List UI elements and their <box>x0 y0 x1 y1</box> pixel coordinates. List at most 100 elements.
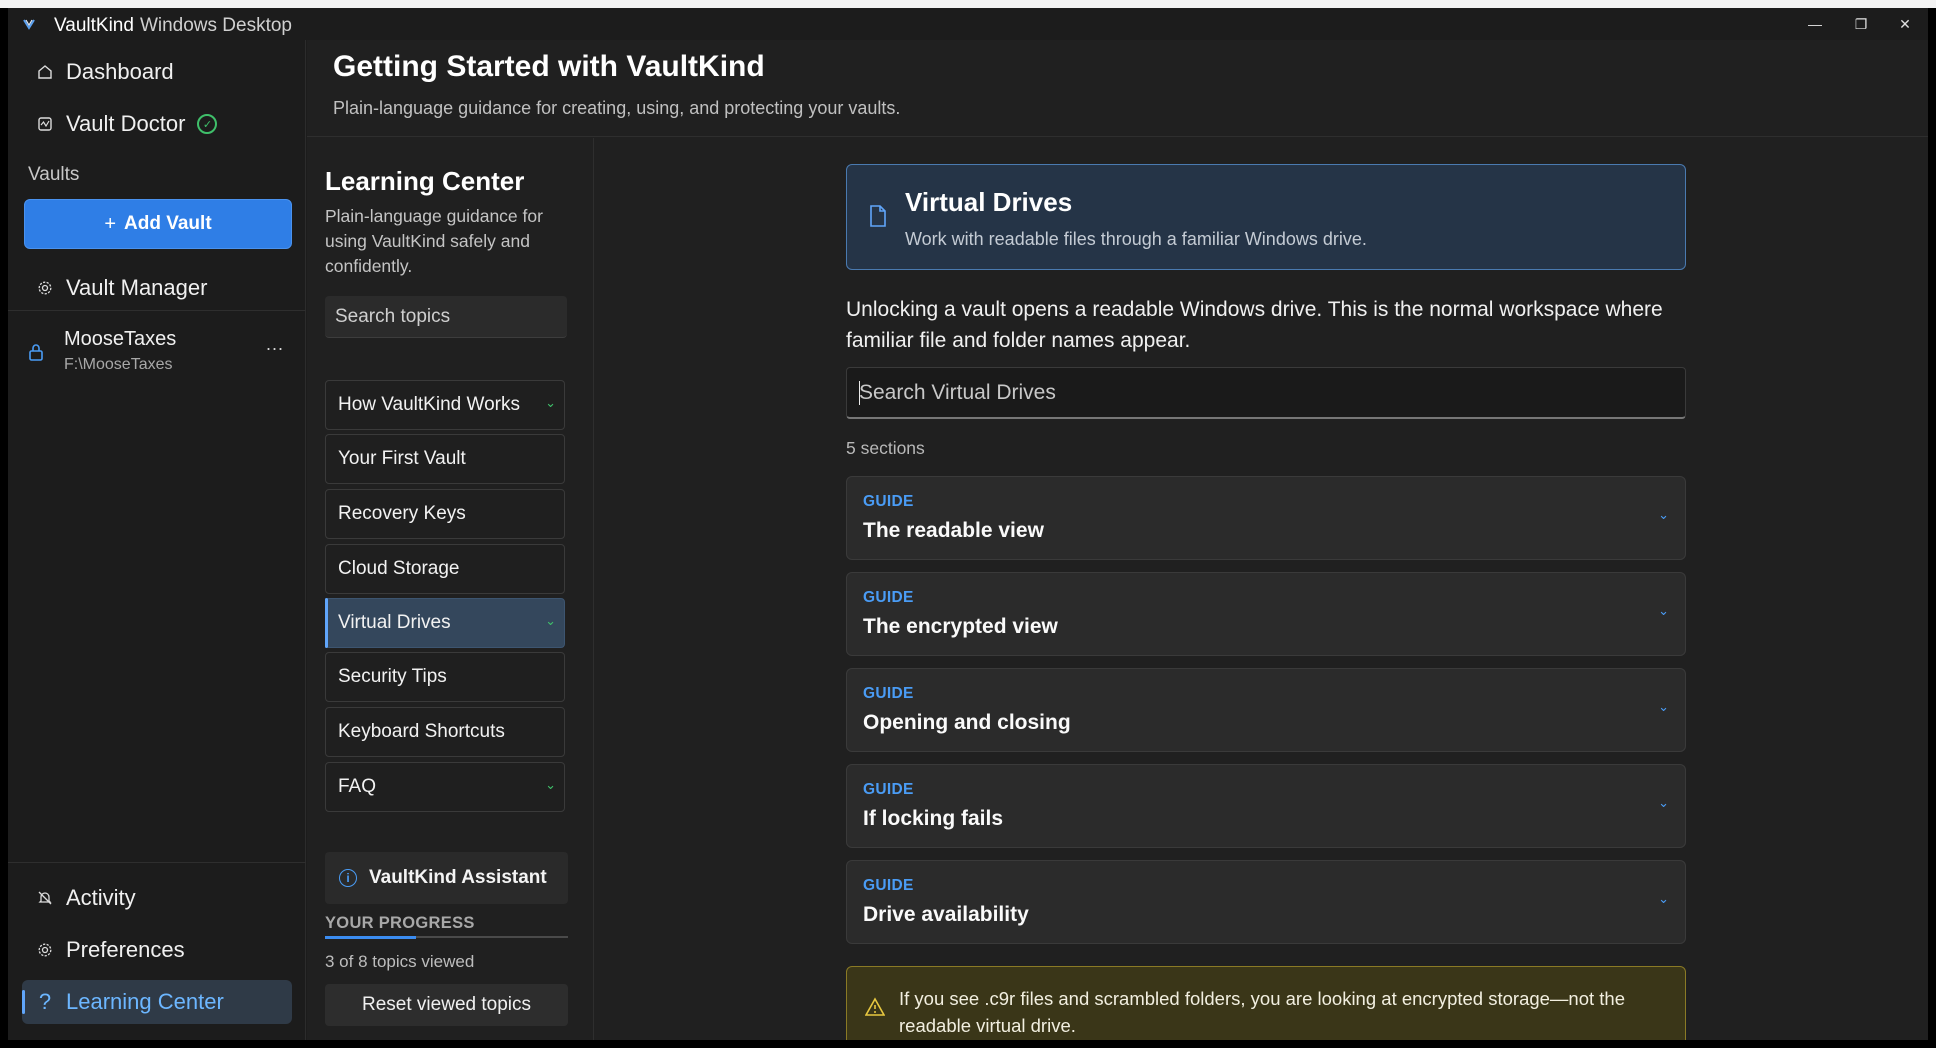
add-vault-button[interactable]: + Add Vault <box>24 199 292 249</box>
section-card[interactable]: GUIDE The readable view ⌄ <box>846 476 1686 560</box>
chevron-down-icon: ⌄ <box>545 395 556 410</box>
topic-search-input[interactable] <box>325 296 567 338</box>
section-card[interactable]: GUIDE If locking fails ⌄ <box>846 764 1686 848</box>
nav-vault-manager-label: Vault Manager <box>66 275 208 300</box>
nav-dashboard-label: Dashboard <box>66 59 174 84</box>
close-icon: ✕ <box>1899 15 1911 32</box>
title-bar: VaultKind Windows Desktop — ❐ ✕ <box>8 8 1928 40</box>
page-title: Getting Started with VaultKind <box>333 50 765 83</box>
section-tag: GUIDE <box>863 589 914 606</box>
vault-name: MooseTaxes <box>64 328 177 350</box>
vaultkind-assistant-button[interactable]: i VaultKind Assistant <box>325 852 568 904</box>
page-header: Getting Started with VaultKind Plain-lan… <box>307 40 1928 137</box>
learning-center-description: Plain-language guidance for using VaultK… <box>325 206 543 276</box>
section-title: Drive availability <box>863 903 1029 926</box>
topic-keyboard-shortcuts[interactable]: Keyboard Shortcuts <box>325 707 565 757</box>
learning-center-panel: Learning Center Plain-language guidance … <box>307 138 594 1040</box>
nav-learning-center-label: Learning Center <box>66 989 224 1014</box>
topic-faq[interactable]: FAQ ⌄ <box>325 762 565 812</box>
topic-intro: Unlocking a vault opens a readable Windo… <box>846 298 1663 352</box>
assistant-label: VaultKind Assistant <box>369 867 547 888</box>
section-tag: GUIDE <box>863 877 914 894</box>
vault-item-moosetaxes[interactable]: MooseTaxes F:\MooseTaxes ... <box>22 324 292 388</box>
section-tag: GUIDE <box>863 685 914 702</box>
topic-your-first-vault[interactable]: Your First Vault <box>325 434 565 484</box>
more-options-button[interactable]: ... <box>266 334 284 355</box>
topic-title: Virtual Drives <box>905 187 1073 217</box>
topic-subtitle: Work with readable files through a famil… <box>905 229 1367 249</box>
nav-activity-label: Activity <box>66 885 136 910</box>
section-card[interactable]: GUIDE Drive availability ⌄ <box>846 860 1686 944</box>
nav-preferences-label: Preferences <box>66 937 185 962</box>
progress-fill <box>325 936 417 939</box>
topic-recovery-keys[interactable]: Recovery Keys <box>325 489 565 539</box>
encrypted-storage-warning: If you see .c9r files and scrambled fold… <box>846 966 1686 1040</box>
chevron-down-icon: ⌄ <box>1658 795 1669 810</box>
app-window: VaultKind Windows Desktop — ❐ ✕ Dashboard… <box>8 8 1928 1040</box>
section-card[interactable]: GUIDE The encrypted view ⌄ <box>846 572 1686 656</box>
vaults-section-label: Vaults <box>28 164 80 185</box>
nav-divider-bottom <box>8 862 306 863</box>
desktop-strip <box>0 0 1936 8</box>
topic-label: Virtual Drives <box>338 612 451 633</box>
progress-text: 3 of 8 topics viewed <box>325 952 475 971</box>
document-icon <box>870 205 886 227</box>
nav-preferences[interactable]: Preferences <box>22 928 292 972</box>
gear-icon <box>36 279 54 297</box>
section-title: Opening and closing <box>863 711 1071 734</box>
chevron-down-icon: ⌄ <box>1658 507 1669 522</box>
topic-security-tips[interactable]: Security Tips <box>325 652 565 702</box>
topic-label: Cloud Storage <box>338 558 460 579</box>
restore-icon: ❐ <box>1854 15 1868 32</box>
section-title: The encrypted view <box>863 615 1058 638</box>
nav-vault-manager[interactable]: Vault Manager <box>22 266 292 310</box>
topic-virtual-drives[interactable]: Virtual Drives ⌄ <box>325 598 565 648</box>
topic-how-vaultkind-works[interactable]: How VaultKind Works ⌄ <box>325 380 565 430</box>
chevron-down-icon: ⌄ <box>1658 699 1669 714</box>
nav-learning-center[interactable]: ? Learning Center <box>22 980 292 1024</box>
section-title: If locking fails <box>863 807 1004 830</box>
minimize-button[interactable]: — <box>1792 8 1838 40</box>
home-icon <box>36 63 54 81</box>
section-tag: GUIDE <box>863 493 914 510</box>
nav-activity[interactable]: Activity <box>22 876 292 920</box>
plus-icon: + <box>104 212 117 235</box>
section-search-input[interactable] <box>847 368 1685 417</box>
warning-text: If you see .c9r files and scrambled fold… <box>899 988 1626 1036</box>
page-subtitle: Plain-language guidance for creating, us… <box>333 98 901 118</box>
topic-hero-card: Virtual Drives Work with readable files … <box>846 164 1686 270</box>
topic-label: Your First Vault <box>338 448 466 469</box>
add-vault-label: Add Vault <box>124 213 212 234</box>
window-title: VaultKind Windows Desktop <box>54 15 292 37</box>
nav-sidebar: Dashboard Vault Doctor ✓ Vaults + Add Va… <box>8 40 306 1040</box>
text-caret <box>859 381 860 405</box>
chevron-down-icon: ⌄ <box>545 613 556 628</box>
vault-path: F:\MooseTaxes <box>64 356 173 373</box>
nav-dashboard[interactable]: Dashboard <box>22 50 292 94</box>
maximize-button[interactable]: ❐ <box>1838 8 1884 40</box>
reset-viewed-topics-button[interactable]: Reset viewed topics <box>325 984 568 1026</box>
progress-label: YOUR PROGRESS <box>325 914 475 932</box>
app-type: Windows Desktop <box>139 15 292 36</box>
chevron-down-icon: ⌄ <box>545 777 556 792</box>
close-button[interactable]: ✕ <box>1882 8 1928 40</box>
section-title: The readable view <box>863 519 1044 542</box>
main-area: Getting Started with VaultKind Plain-lan… <box>307 40 1928 1040</box>
doctor-icon <box>36 115 54 133</box>
healthy-check-icon: ✓ <box>197 114 218 134</box>
topic-cloud-storage[interactable]: Cloud Storage <box>325 544 565 594</box>
section-search-box[interactable] <box>846 367 1686 419</box>
nav-divider <box>8 310 306 311</box>
chevron-down-icon: ⌄ <box>1658 891 1669 906</box>
section-count: 5 sections <box>846 438 925 458</box>
nav-vault-doctor[interactable]: Vault Doctor ✓ <box>22 102 292 146</box>
lock-icon <box>29 344 43 361</box>
section-tag: GUIDE <box>863 781 914 798</box>
topic-label: FAQ <box>338 776 377 797</box>
chevron-down-icon: ⌄ <box>1658 603 1669 618</box>
topic-label: Recovery Keys <box>338 503 466 524</box>
question-icon: ? <box>38 989 52 1014</box>
section-card[interactable]: GUIDE Opening and closing ⌄ <box>846 668 1686 752</box>
app-name: VaultKind <box>54 15 134 36</box>
vaultkind-logo-icon <box>23 19 35 30</box>
